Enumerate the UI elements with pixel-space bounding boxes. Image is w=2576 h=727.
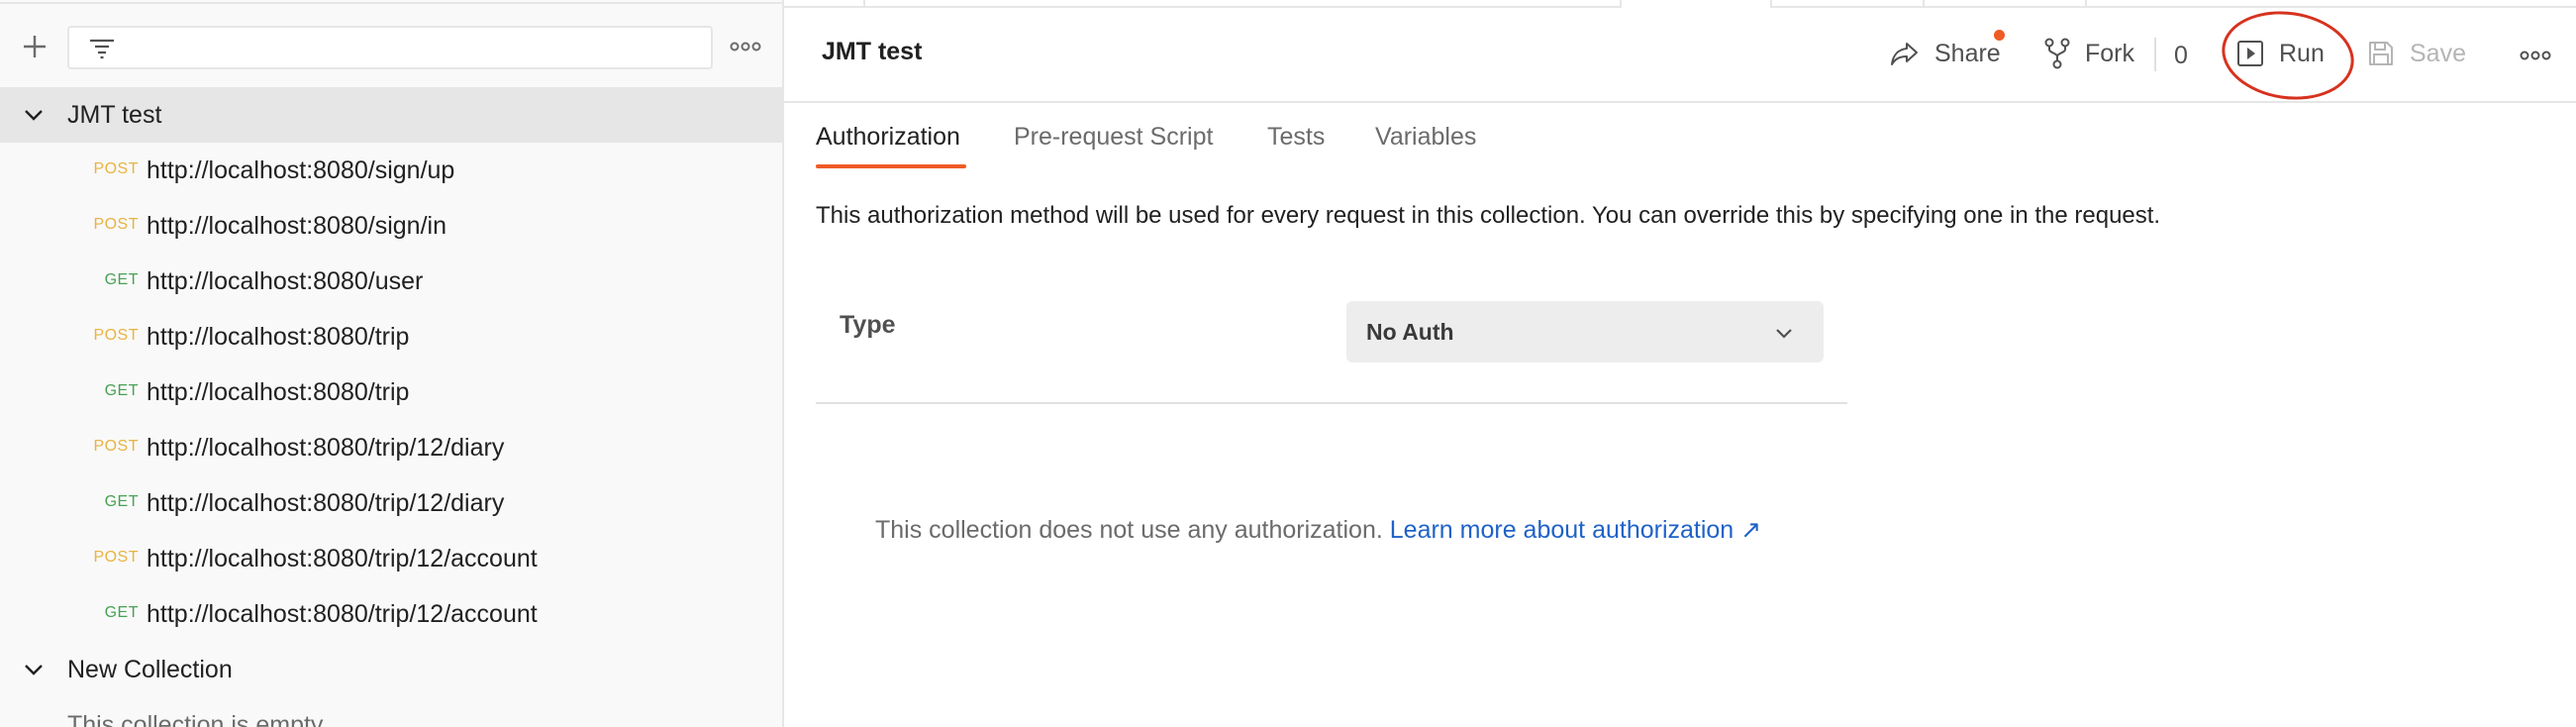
request-url: http://localhost:8080/sign/in [147, 212, 446, 240]
method-badge: POST [93, 549, 139, 566]
request-item[interactable]: GET http://localhost:8080/trip/12/accoun… [0, 586, 782, 642]
empty-collection-text: This collection is empty [67, 711, 324, 727]
request-url: http://localhost:8080/trip/12/account [147, 545, 538, 572]
auth-type-select[interactable]: No Auth [1346, 301, 1824, 363]
request-url: http://localhost:8080/trip [147, 378, 410, 406]
type-label: Type [840, 311, 896, 339]
annotation-circle [2216, 3, 2360, 108]
filter-icon[interactable] [87, 36, 117, 61]
notification-dot [1994, 30, 2005, 41]
learn-more-link[interactable]: Learn more about authorization ↗ [1390, 516, 1761, 544]
more-icon[interactable] [729, 34, 762, 59]
no-auth-message: This collection does not use any authori… [875, 515, 1761, 545]
request-url: http://localhost:8080/sign/up [147, 156, 455, 184]
method-badge: POST [93, 216, 139, 233]
share-button[interactable]: Share [1889, 30, 2001, 77]
request-url: http://localhost:8080/user [147, 267, 424, 295]
chevron-down-icon[interactable] [22, 660, 46, 679]
main-panel: JMT test Share Fork 0 Run Save Authoriza… [784, 0, 2576, 727]
page-title: JMT test [822, 38, 923, 65]
method-badge: POST [93, 327, 139, 344]
plus-icon[interactable] [16, 32, 53, 61]
share-icon [1891, 43, 1918, 65]
request-item[interactable]: GET http://localhost:8080/user [0, 254, 782, 309]
empty-collection-note: This collection is empty [0, 697, 782, 727]
collection-name: New Collection [67, 655, 233, 683]
tab-pre-request-script[interactable]: Pre-request Script [1014, 123, 1213, 152]
collection-tree: JMT test POST http://localhost:8080/sign… [0, 87, 782, 727]
collection-name: JMT test [67, 100, 162, 129]
collection-row-new-collection[interactable]: New Collection [0, 642, 782, 697]
request-item[interactable]: POST http://localhost:8080/sign/up [0, 143, 782, 198]
filter-input[interactable] [67, 26, 713, 69]
tab-tests[interactable]: Tests [1267, 123, 1325, 152]
sidebar-toolbar [0, 20, 782, 73]
tab-variables[interactable]: Variables [1375, 123, 1476, 152]
method-badge: GET [104, 493, 139, 510]
request-url: http://localhost:8080/trip/12/diary [147, 434, 505, 462]
tab-authorization[interactable]: Authorization [816, 123, 960, 152]
collection-header: JMT test Share Fork 0 Run Save [784, 3, 2576, 108]
tab-strip [784, 0, 2576, 9]
method-badge: POST [93, 438, 139, 455]
request-item[interactable]: POST http://localhost:8080/trip/12/accou… [0, 531, 782, 586]
more-icon[interactable] [2519, 46, 2552, 65]
save-button[interactable]: Save [2366, 30, 2466, 77]
collection-row-jmt-test[interactable]: JMT test [0, 87, 782, 143]
tab-divider [1923, 0, 1925, 8]
request-url: http://localhost:8080/trip/12/diary [147, 489, 505, 517]
active-tab-indicator [816, 164, 966, 168]
sidebar: JMT test POST http://localhost:8080/sign… [0, 0, 784, 727]
method-badge: GET [104, 604, 139, 621]
fork-count: 0 [2174, 42, 2188, 69]
method-badge: POST [93, 160, 139, 177]
fork-label: Fork [2085, 39, 2134, 67]
request-item[interactable]: POST http://localhost:8080/sign/in [0, 198, 782, 254]
request-item[interactable]: GET http://localhost:8080/trip [0, 364, 782, 420]
tab-divider [863, 0, 865, 8]
request-item[interactable]: GET http://localhost:8080/trip/12/diary [0, 475, 782, 531]
request-item[interactable]: POST http://localhost:8080/trip [0, 309, 782, 364]
divider [816, 402, 1847, 404]
fork-icon [2044, 38, 2070, 69]
share-label: Share [1934, 39, 2001, 67]
request-item[interactable]: POST http://localhost:8080/trip/12/diary [0, 420, 782, 475]
fork-button[interactable]: Fork [2043, 30, 2134, 77]
auth-type-value: No Auth [1366, 319, 1454, 345]
save-icon [2369, 42, 2393, 65]
collection-tabs: Authorization Pre-request Script Tests V… [784, 103, 2576, 168]
fork-divider [2154, 38, 2156, 71]
auth-description: This authorization method will be used f… [816, 202, 2161, 229]
chevron-down-icon [1772, 323, 1796, 343]
no-auth-text: This collection does not use any authori… [875, 516, 1383, 544]
save-label: Save [2410, 39, 2466, 67]
sidebar-top-divider [0, 0, 782, 4]
tab-divider [1770, 0, 1772, 8]
request-url: http://localhost:8080/trip/12/account [147, 600, 538, 628]
chevron-down-icon[interactable] [22, 105, 46, 125]
tab-divider [2085, 0, 2087, 8]
request-url: http://localhost:8080/trip [147, 323, 410, 351]
method-badge: GET [104, 382, 139, 399]
method-badge: GET [104, 271, 139, 288]
